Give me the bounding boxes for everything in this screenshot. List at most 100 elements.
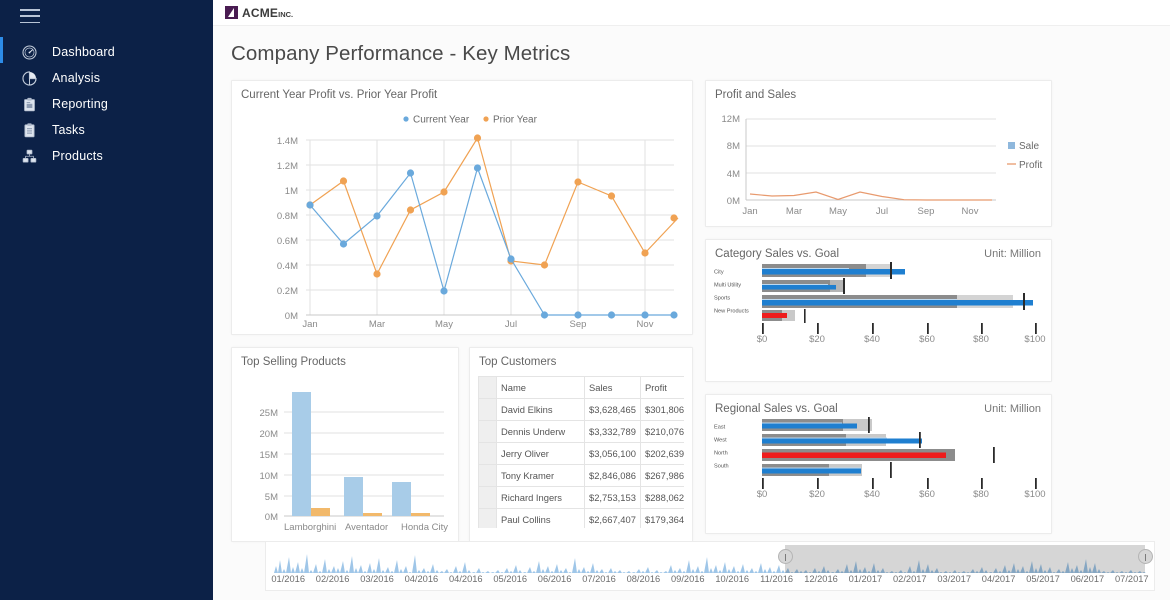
cell-sales: $2,667,407 (584, 508, 641, 528)
bar-sales-aventador[interactable] (344, 477, 363, 516)
y-axis: 25M 20M 15M 10M 5M 0M (260, 408, 279, 523)
sidebar-item-label: Reporting (52, 97, 108, 111)
table-row[interactable]: Tony Kramer $2,846,086 $267,986 (478, 464, 684, 487)
card-profit-and-sales: Profit and Sales 12M 8M 4M 0M Jan Mar Ma… (705, 80, 1052, 227)
cell-sales: $2,846,086 (584, 464, 641, 487)
y-tick-label: 0.8M (277, 211, 298, 222)
row-handle[interactable] (478, 442, 497, 465)
chart-title: Regional Sales vs. Goal (715, 403, 838, 415)
row-handle[interactable] (478, 398, 497, 421)
x-tick-label: May (829, 206, 847, 217)
table-row[interactable]: Richard Ingers $2,753,153 $288,062 (478, 486, 684, 509)
y-tick-label: 15M (260, 450, 279, 461)
timeline-range-slider[interactable]: 01/2016 02/2016 03/2016 04/2016 04/2016 05/20… (265, 541, 1155, 591)
sidebar-item-label: Dashboard (52, 45, 115, 59)
x-tick-label: $100 (1024, 334, 1045, 345)
table-row[interactable]: David Elkins $3,628,465 $301,806 (478, 398, 684, 421)
range-tick-label: 03/2017 (937, 574, 971, 584)
x-tick-label: $60 (919, 489, 935, 500)
top-customers-table-wrap[interactable]: Name Sales Profit David Elkins $3,628,46… (478, 376, 684, 528)
bar-chart-top-selling-products[interactable]: 25M 20M 15M 10M 5M 0M Lamborghini Aventa… (232, 368, 458, 540)
x-tick-label: $80 (973, 489, 989, 500)
bar-sales-lamborghini[interactable] (292, 392, 311, 516)
x-axis: Jan Mar May Jul Sep Nov (742, 206, 978, 217)
bullet-chart-regional-sales[interactable]: East West North South $0 $20 $40 $60 $80… (706, 415, 1051, 515)
column-header-profit[interactable]: Profit (640, 376, 684, 399)
sidebar-item-reporting[interactable]: Reporting (0, 91, 213, 117)
left-bottom-row: Top Selling Products 25M 20M 15M 10M 5M … (231, 347, 693, 542)
sidebar-item-products[interactable]: Products (0, 143, 213, 169)
cell-name: Tony Kramer (496, 464, 585, 487)
range-tick-label: 11/2016 (760, 574, 794, 584)
table-row[interactable]: Paul Collins $2,667,407 $179,364 (478, 508, 684, 528)
legend-label-prior-year: Prior Year (493, 115, 538, 126)
sidebar-item-dashboard[interactable]: Dashboard (0, 37, 213, 65)
bullet-row-north[interactable] (762, 447, 995, 463)
table-row[interactable]: Jerry Oliver $3,056,100 $202,639 (478, 442, 684, 465)
x-tick-label: $100 (1024, 489, 1045, 500)
y-axis: 1.4M 1.2M 1M 0.8M 0.6M 0.4M 0.2M 0M (277, 136, 298, 322)
x-tick-label: Lamborghini (284, 522, 336, 533)
x-tick-label: Sep (570, 319, 587, 329)
cell-profit: $179,364 (640, 508, 684, 528)
range-tick-labels: 01/2016 02/2016 03/2016 04/2016 04/2016 05/20… (266, 574, 1154, 590)
clipboard-icon (18, 119, 40, 141)
hamburger-icon[interactable] (20, 9, 40, 23)
line-chart-profit-and-sales[interactable]: 12M 8M 4M 0M Jan Mar May Jul Sep Nov Sal… (706, 101, 1051, 223)
cell-profit: $301,806 (640, 398, 684, 421)
bullet-row-label: New Products (714, 309, 749, 315)
range-selection[interactable] (785, 545, 1146, 573)
bullet-chart-category-sales[interactable]: City Multi Utility Sports New Products $… (706, 260, 1051, 360)
column-header-name[interactable]: Name (496, 376, 585, 399)
y-tick-label: 0.6M (277, 236, 298, 247)
row-handle[interactable] (478, 486, 497, 509)
bullet-row-south[interactable] (762, 462, 892, 478)
row-handle[interactable] (478, 464, 497, 487)
legend-marker-current-year (403, 116, 409, 122)
bullet-row-multi-utility[interactable] (762, 278, 845, 294)
row-handle[interactable] (478, 508, 497, 528)
x-tick-label: Jan (302, 319, 317, 329)
bullet-row-east[interactable] (762, 417, 872, 433)
bullet-row-city[interactable] (762, 262, 905, 279)
table-row[interactable]: Dennis Underw $3,332,789 $210,076 (478, 420, 684, 443)
y-tick-label: 4M (727, 169, 740, 180)
line-chart-current-vs-prior[interactable]: Current Year Prior Year 1.4M 1.2M 1M 0.8… (232, 101, 692, 329)
sidebar-item-analysis[interactable]: Analysis (0, 65, 213, 91)
y-tick-label: 1M (285, 186, 298, 197)
bar-profit-lamborghini[interactable] (311, 508, 330, 516)
bullet-row-label: East (714, 425, 726, 431)
bullet-row-west[interactable] (762, 432, 922, 448)
sidebar-item-tasks[interactable]: Tasks (0, 117, 213, 143)
x-tick-label: Jul (505, 319, 517, 329)
bullet-row-new-products[interactable] (762, 309, 806, 323)
card-top-selling-products: Top Selling Products 25M 20M 15M 10M 5M … (231, 347, 459, 542)
cell-profit: $202,639 (640, 442, 684, 465)
range-tick-label: 05/2016 (493, 574, 527, 584)
card-category-sales-vs-goal: Category Sales vs. Goal Unit: Million Ci… (705, 239, 1052, 382)
y-tick-label: 8M (727, 141, 740, 152)
bullet-row-label: Sports (714, 296, 730, 302)
left-column: Current Year Profit vs. Prior Year Profi… (231, 80, 693, 542)
topbar: ACMEINC. (213, 0, 1170, 26)
bar-profit-aventador[interactable] (363, 513, 382, 516)
x-tick-label: Aventador (345, 522, 388, 533)
y-tick-label: 25M (260, 408, 279, 419)
x-tick-label: $20 (809, 489, 825, 500)
table-title: Top Customers (479, 356, 557, 368)
range-tick-label: 02/2017 (892, 574, 927, 584)
cell-sales: $3,056,100 (584, 442, 641, 465)
x-tick-label: Jul (876, 206, 888, 217)
series-line-profit (749, 191, 992, 201)
cell-profit: $267,986 (640, 464, 684, 487)
row-handle[interactable] (478, 420, 497, 443)
card-top-customers: Top Customers Name Sales Profit David El… (469, 347, 693, 542)
bullet-row-sports[interactable] (762, 293, 1033, 310)
dashboard-app: Dashboard Analysis Reporting Tasks Produ… (0, 0, 1170, 600)
sidebar-nav: Dashboard Analysis Reporting Tasks Produ… (0, 37, 213, 169)
legend-label-profit: Profit (1019, 160, 1043, 171)
column-header-sales[interactable]: Sales (584, 376, 641, 399)
range-tick-label: 02/2016 (315, 574, 350, 584)
bar-profit-honda-city[interactable] (411, 513, 430, 516)
bar-sales-honda-city[interactable] (392, 482, 411, 516)
